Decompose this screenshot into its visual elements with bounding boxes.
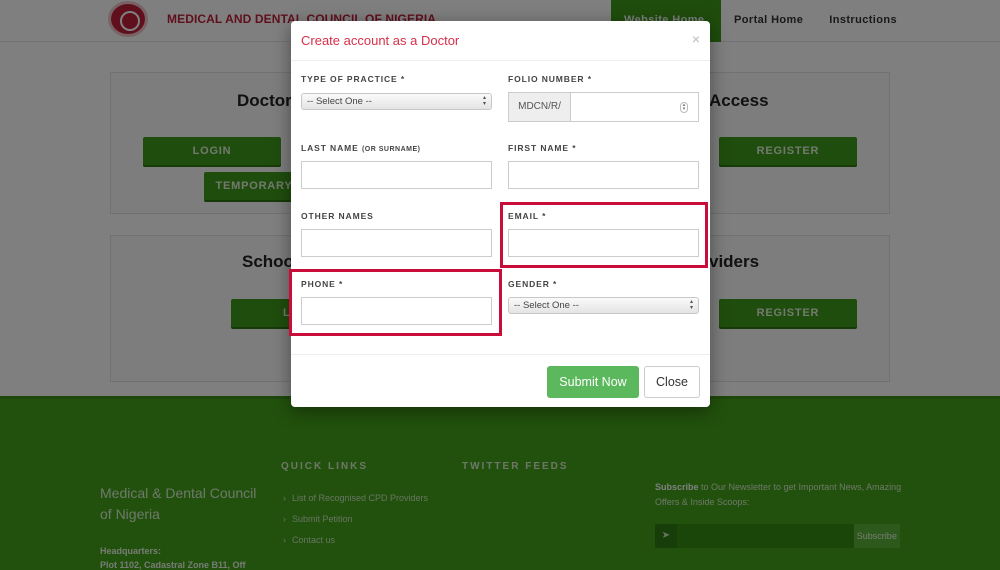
other-names-input[interactable] [301,229,492,257]
required-mark: * [587,74,592,84]
type-of-practice-label: TYPE OF PRACTICE * [301,74,405,84]
email-label: EMAIL * [508,211,546,221]
required-mark: * [572,143,577,153]
folio-prefix: MDCN/R/ [508,92,571,122]
close-icon[interactable]: × [692,31,700,47]
required-mark: * [542,211,547,221]
label-hint: (OR SURNAME) [361,146,421,153]
modal-header: Create account as a Doctor × [291,21,710,61]
other-names-label: OTHER NAMES [301,211,374,221]
required-mark: * [339,279,344,289]
phone-label: PHONE * [301,279,343,289]
number-spinner-icon[interactable]: ▴ ▾ [680,102,688,113]
label-text: EMAIL [508,211,539,221]
submit-now-button[interactable]: Submit Now [547,366,639,398]
required-mark: * [553,279,558,289]
label-text: FIRST NAME [508,143,569,153]
create-doctor-account-modal: Create account as a Doctor × TYPE OF PRA… [289,21,710,407]
modal-footer: Submit Now Close [291,354,710,407]
label-text: FOLIO NUMBER [508,74,585,84]
last-name-label: LAST NAME (OR SURNAME) [301,143,420,153]
label-text: PHONE [301,279,336,289]
type-of-practice-select[interactable]: -- Select One -- [301,93,492,110]
required-mark: * [400,74,406,84]
close-button[interactable]: Close [644,366,700,398]
label-text: LAST NAME [301,143,359,153]
gender-select[interactable]: -- Select One -- [508,297,699,314]
phone-input[interactable] [301,297,492,325]
modal-title: Create account as a Doctor [301,33,460,48]
label-text: GENDER [508,279,550,289]
folio-number-label: FOLIO NUMBER * [508,74,592,84]
gender-label: GENDER * [508,279,557,289]
first-name-label: FIRST NAME * [508,143,576,153]
first-name-input[interactable] [508,161,699,189]
email-input[interactable] [508,229,699,257]
folio-number-input[interactable]: ▴ ▾ [570,92,699,122]
last-name-input[interactable] [301,161,492,189]
label-text: TYPE OF PRACTICE [301,74,398,84]
